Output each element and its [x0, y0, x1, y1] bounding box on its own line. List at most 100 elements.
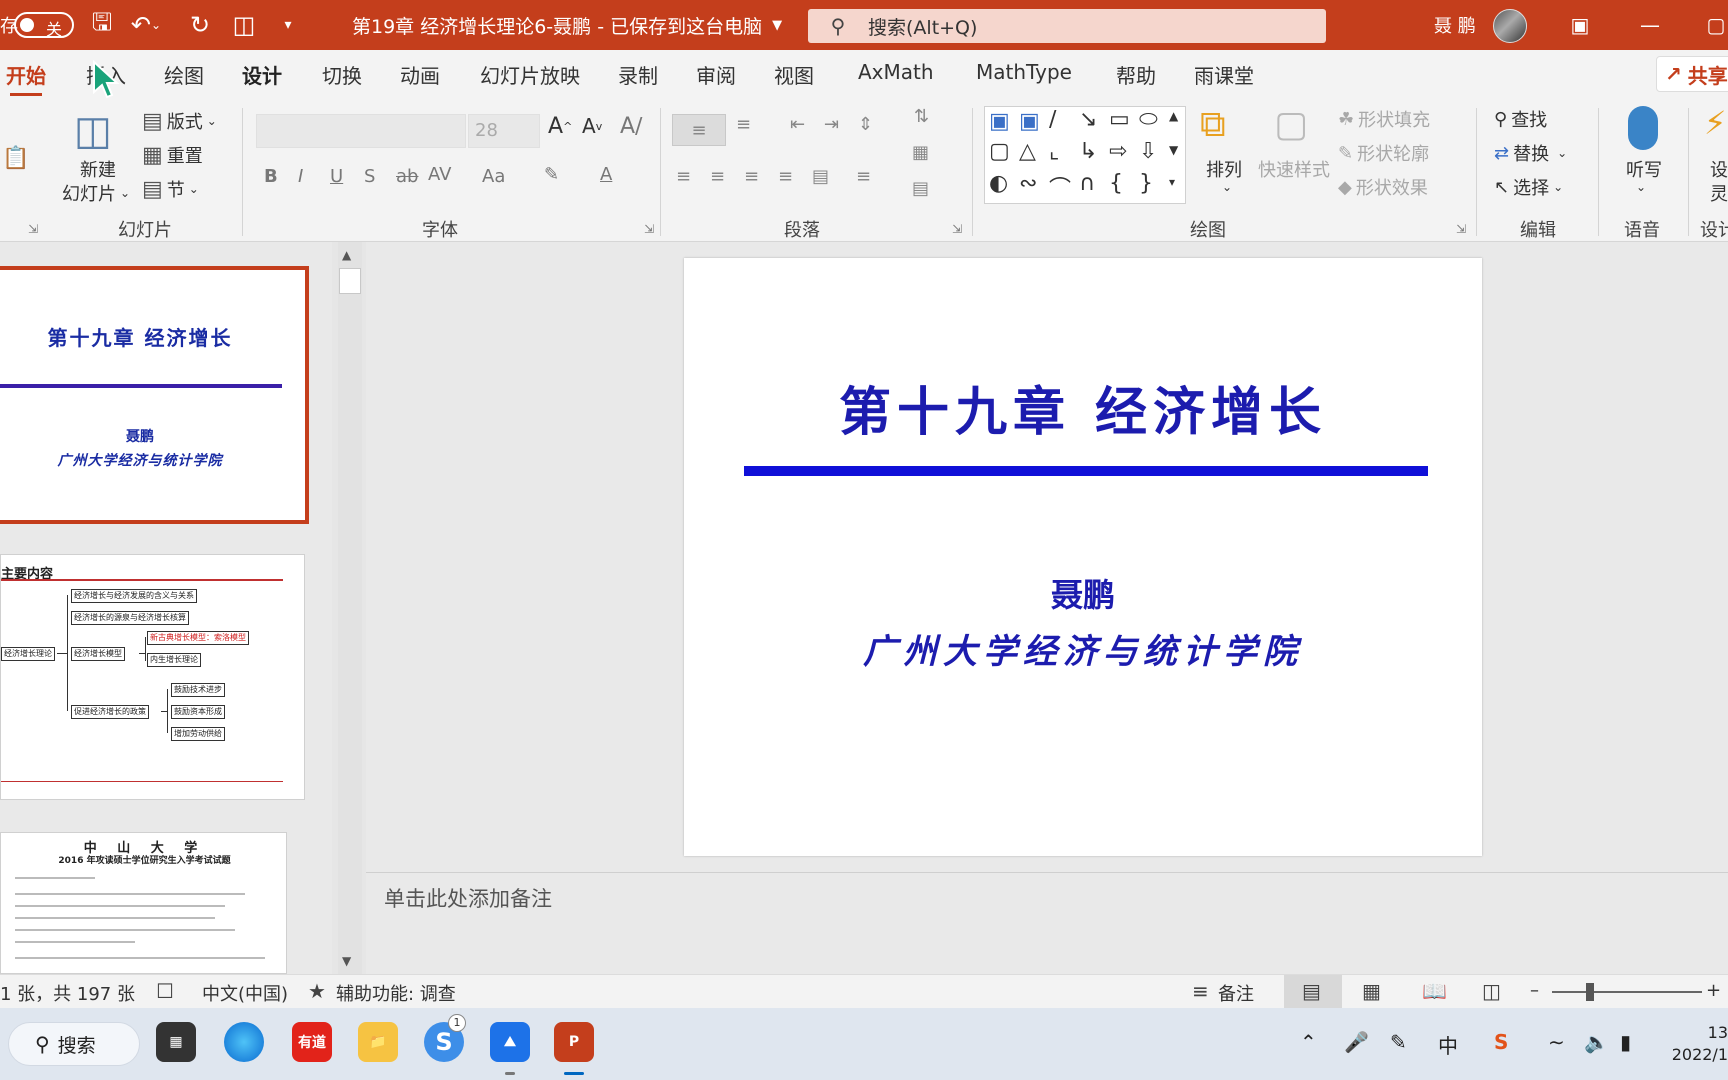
line-icon[interactable]: ∕	[1049, 107, 1056, 132]
slide-title[interactable]: 第十九章 经济增长	[684, 370, 1482, 445]
rectangle-icon[interactable]: ▭	[1109, 107, 1130, 132]
bold-icon[interactable]: B	[264, 166, 278, 187]
down-arrow-icon[interactable]: ⇩	[1139, 139, 1157, 164]
normal-view-icon[interactable]: ▤	[1302, 979, 1321, 1003]
zoom-in-icon[interactable]: +	[1706, 980, 1721, 1001]
maximize-icon[interactable]: ▢	[1694, 0, 1728, 50]
ribbon-display-icon[interactable]: ▣	[1558, 0, 1602, 50]
slide-thumbnail-2[interactable]: 主要内容 经济增长理论 经济增长与经济发展的含义与关系 经济增长的源泉与经济增长…	[0, 554, 305, 800]
char-spacing-icon[interactable]: AV	[428, 164, 451, 185]
elbow-arrow-icon[interactable]: ↳	[1079, 139, 1097, 164]
replace-button[interactable]: ⇄ 替换 ⌄	[1494, 140, 1567, 166]
reading-view-icon[interactable]: 📖	[1422, 979, 1447, 1003]
underline-icon[interactable]: U	[330, 166, 343, 187]
right-arrow-icon[interactable]: ⇨	[1109, 139, 1127, 164]
powerpoint-icon[interactable]: P	[554, 1022, 594, 1062]
spell-check-icon[interactable]: ☐	[156, 979, 174, 1003]
scroll-up-icon[interactable]: ▲	[342, 248, 351, 262]
tab-home[interactable]: 开始	[6, 60, 46, 96]
accessibility-icon[interactable]: ★	[308, 979, 326, 1003]
tab-transitions[interactable]: 切换	[322, 60, 362, 89]
numbering-icon[interactable]: ≡	[736, 114, 751, 135]
tab-review[interactable]: 审阅	[696, 60, 736, 89]
language-indicator[interactable]: 中文(中国)	[202, 980, 288, 1006]
chevron-down-icon[interactable]: ⌄	[1222, 180, 1232, 194]
share-button[interactable]: ↗ 共享	[1656, 56, 1728, 92]
shape-outline-button[interactable]: ✎ 形状轮廓	[1338, 140, 1429, 166]
clock[interactable]: 13 2022/1	[1668, 1022, 1728, 1066]
avatar[interactable]	[1493, 9, 1527, 43]
chevron-down-icon[interactable]: ⌄	[1636, 180, 1646, 194]
dictate-button[interactable]: 听写	[1626, 156, 1662, 182]
user-name[interactable]: 聂 鹏	[1434, 0, 1476, 50]
drawing-launcher-icon[interactable]: ⇲	[1456, 222, 1466, 236]
layout-button[interactable]: ▤ 版式 ⌄	[142, 108, 217, 134]
document-title[interactable]: 第19章 经济增长理论6-聂鹏 - 已保存到这台电脑 ▼	[352, 0, 782, 50]
save-icon[interactable]: 🖫	[84, 0, 120, 50]
textbox-icon[interactable]: ▣	[989, 109, 1010, 134]
thumbnail-scrollbar[interactable]	[338, 242, 362, 974]
tab-slideshow[interactable]: 幻灯片放映	[480, 60, 580, 89]
designer-top-label[interactable]: 设	[1710, 156, 1728, 182]
slide-thumbnail-1[interactable]: 第十九章 经济增长 聂鹏 广州大学经济与统计学院	[0, 266, 309, 524]
line-spacing-icon[interactable]: ⇕	[858, 114, 873, 135]
accessibility-status[interactable]: 辅助功能: 调查	[336, 980, 456, 1006]
shapes-gallery[interactable]: ▣ ▣ ∕ ↘ ▭ ⬭ ▢ △ ⌞ ↳ ⇨ ⇩ ◐ ∾ ⌒ ∩ { } ▲ ▼ …	[984, 106, 1186, 204]
curve-icon[interactable]: ∩	[1079, 171, 1095, 196]
rounded-rect-icon[interactable]: ▢	[989, 139, 1010, 164]
quick-styles-button[interactable]: 快速样式	[1258, 156, 1330, 182]
decrease-indent-icon[interactable]: ⇤	[790, 114, 805, 135]
shadow-icon[interactable]: S	[364, 166, 375, 187]
freeform-icon[interactable]: ◐	[989, 171, 1008, 196]
scroll-up-icon[interactable]: ▲	[1169, 109, 1178, 123]
task-view-icon[interactable]: ▦	[156, 1022, 196, 1062]
tab-design[interactable]: 设计	[242, 60, 282, 89]
shape-fill-button[interactable]: ☘ 形状填充	[1338, 106, 1430, 132]
customize-qat-icon[interactable]: ▾	[270, 0, 306, 50]
shape-effects-button[interactable]: ◆ 形状效果	[1338, 174, 1428, 200]
wifi-icon[interactable]: ∼	[1548, 1030, 1565, 1054]
highlight-icon[interactable]: ✎	[544, 164, 559, 185]
align-center-icon[interactable]: ≡	[710, 166, 725, 187]
sogou-tray-icon[interactable]: S	[1494, 1030, 1508, 1054]
text-direction-icon[interactable]: ⇅	[914, 106, 929, 127]
find-button[interactable]: ⚲ 查找	[1494, 106, 1547, 132]
zoom-slider-thumb[interactable]	[1586, 983, 1594, 1001]
tab-draw[interactable]: 绘图	[164, 60, 204, 89]
arrow-line-icon[interactable]: ↘	[1079, 107, 1097, 132]
photos-icon[interactable]: ⛰	[490, 1022, 530, 1062]
select-button[interactable]: ↖ 选择 ⌄	[1494, 174, 1563, 200]
designer-icon[interactable]: ⚡	[1704, 104, 1726, 142]
ime-indicator[interactable]: 中	[1438, 1030, 1458, 1059]
show-hidden-icons[interactable]: ⌃	[1300, 1030, 1317, 1054]
clear-format-icon[interactable]: A∕	[620, 114, 642, 139]
quick-styles-icon[interactable]: ▢	[1274, 104, 1308, 145]
slideshow-icon[interactable]: ◫	[1482, 979, 1501, 1003]
slide-thumbnail-3[interactable]: 中 山 大 学 2016 年攻读硕士学位研究生入学考试试题	[0, 832, 287, 974]
font-size-input[interactable]: 28	[468, 114, 540, 148]
notes-button[interactable]: 备注	[1218, 980, 1254, 1006]
right-brace-icon[interactable]: }	[1139, 171, 1153, 196]
undo-icon[interactable]: ↶ ⌄	[128, 0, 164, 50]
pen-icon[interactable]: ✎	[1390, 1030, 1407, 1054]
minimize-icon[interactable]: —	[1628, 0, 1672, 50]
arrange-icon[interactable]: ⧉	[1200, 104, 1226, 146]
tab-yuketang[interactable]: 雨课堂	[1194, 60, 1254, 89]
zoom-slider[interactable]	[1552, 991, 1702, 993]
decrease-font-icon[interactable]: Av	[582, 114, 602, 138]
arrange-button[interactable]: 排列	[1206, 156, 1242, 182]
strikethrough-icon[interactable]: ab	[396, 166, 418, 187]
distribute-icon[interactable]: ▤	[812, 166, 829, 187]
reset-button[interactable]: ▦ 重置	[142, 142, 203, 168]
current-slide[interactable]: 第十九章 经济增长 聂鹏 广州大学经济与统计学院	[684, 258, 1482, 856]
new-slide-button[interactable]: 幻灯片 ⌄	[62, 180, 130, 206]
align-left-icon[interactable]: ≡	[676, 166, 691, 187]
align-right-icon[interactable]: ≡	[744, 166, 759, 187]
increase-font-icon[interactable]: A ^	[548, 114, 572, 139]
slide-institute[interactable]: 广州大学经济与统计学院	[684, 624, 1482, 673]
zoom-out-icon[interactable]: –	[1530, 980, 1539, 1001]
change-case-icon[interactable]: Aa	[482, 166, 505, 187]
left-brace-icon[interactable]: {	[1109, 171, 1123, 196]
more-shapes-icon[interactable]: ▾	[1169, 175, 1175, 189]
new-slide-label-1[interactable]: 新建	[80, 156, 116, 182]
